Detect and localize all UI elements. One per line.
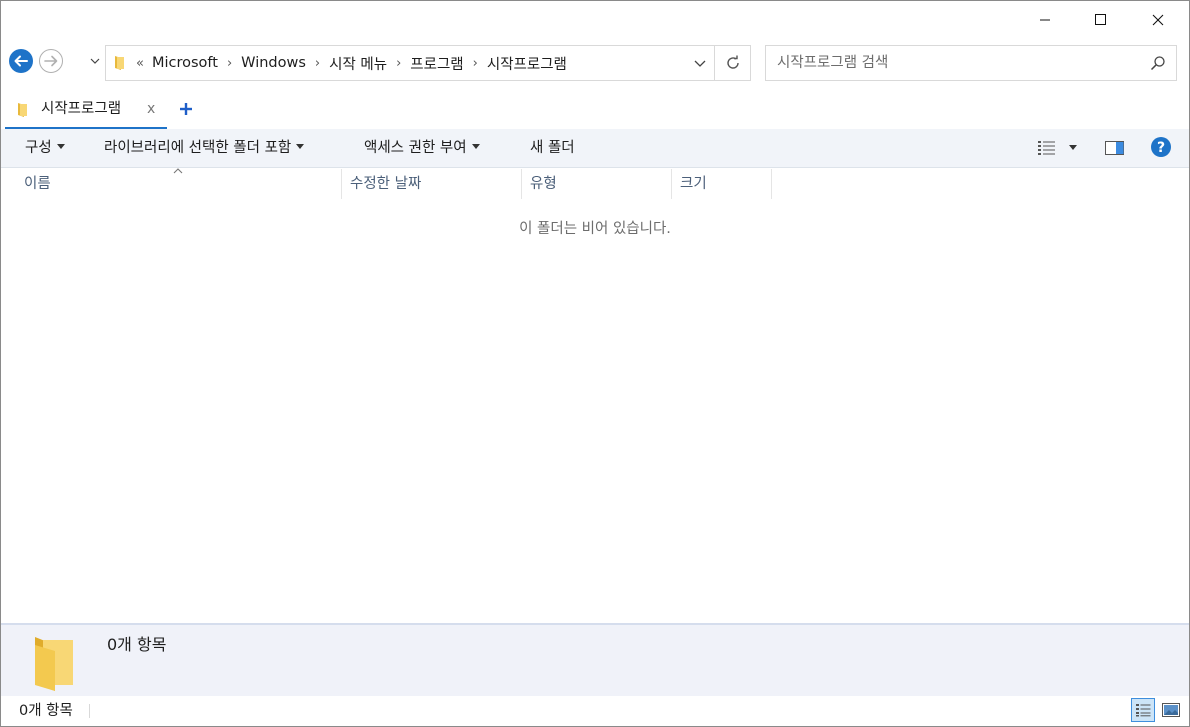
minimize-button[interactable] [1022, 1, 1068, 39]
breadcrumb-item-windows[interactable]: Windows [241, 55, 306, 71]
search-input[interactable]: 시작프로그램 검색 [765, 45, 1177, 81]
details-view-button[interactable] [1131, 698, 1155, 722]
chevron-right-icon[interactable]: › [315, 56, 320, 71]
details-item-count: 0개 항목 [107, 635, 167, 654]
tab-label: 시작프로그램 [41, 101, 122, 117]
folder-icon [115, 56, 124, 70]
status-bar: 0개 항목 [1, 696, 1189, 726]
column-header-size[interactable]: 크기 [672, 169, 772, 199]
include-in-library-button[interactable]: 라이브러리에 선택한 폴더 포함 [104, 129, 305, 167]
view-options-icon[interactable] [1037, 140, 1057, 156]
tab-startup[interactable]: 시작프로그램 x [5, 91, 167, 129]
close-icon [1152, 14, 1164, 26]
chevron-right-icon[interactable]: › [227, 56, 232, 71]
caret-down-icon [56, 143, 65, 149]
recent-locations-button[interactable] [87, 53, 103, 69]
chevron-right-icon[interactable]: › [396, 56, 401, 71]
forward-arrow-icon [39, 49, 63, 73]
navigation-bar: « Microsoft › Windows › 시작 메뉴 › 프로그램 › 시… [1, 43, 1189, 83]
breadcrumb: « Microsoft › Windows › 시작 메뉴 › 프로그램 › 시… [136, 46, 567, 80]
large-icons-view-button[interactable] [1159, 698, 1183, 722]
search-placeholder: 시작프로그램 검색 [777, 55, 889, 71]
close-button[interactable] [1135, 1, 1181, 39]
chevron-right-icon[interactable]: › [473, 56, 478, 71]
breadcrumb-item-start-menu[interactable]: 시작 메뉴 [329, 53, 387, 74]
preview-pane-icon[interactable] [1105, 141, 1125, 155]
details-view-icon [1136, 704, 1151, 717]
status-divider [89, 704, 90, 718]
refresh-button[interactable] [714, 46, 751, 80]
share-with-button[interactable]: 액세스 권한 부여 [364, 129, 480, 167]
tab-strip: 시작프로그램 x [1, 91, 1189, 129]
organize-label: 구성 [25, 140, 52, 156]
maximize-button[interactable] [1078, 1, 1124, 39]
new-tab-button[interactable] [175, 97, 197, 121]
breadcrumb-overflow[interactable]: « [136, 56, 144, 71]
empty-folder-message: 이 폴더는 비어 있습니다. [519, 221, 671, 237]
column-header-date-modified[interactable]: 수정한 날짜 [342, 169, 522, 199]
share-with-label: 액세스 권한 부여 [364, 140, 467, 156]
new-folder-button[interactable]: 새 폴더 [530, 129, 575, 167]
refresh-icon [727, 55, 739, 69]
column-header-name[interactable]: 이름 [16, 169, 342, 199]
minimize-icon [1040, 19, 1050, 21]
explorer-window: « Microsoft › Windows › 시작 메뉴 › 프로그램 › 시… [0, 0, 1190, 727]
title-bar [1, 1, 1189, 39]
new-folder-label: 새 폴더 [530, 140, 575, 156]
folder-icon [35, 637, 73, 691]
organize-button[interactable]: 구성 [25, 129, 65, 167]
include-in-library-label: 라이브러리에 선택한 폴더 포함 [104, 140, 292, 156]
large-icons-view-icon [1162, 703, 1180, 717]
back-arrow-icon [9, 49, 33, 73]
maximize-icon [1095, 14, 1106, 25]
search-icon [1150, 56, 1165, 71]
svg-text:?: ? [1157, 140, 1165, 156]
column-header-type[interactable]: 유형 [522, 169, 672, 199]
address-bar[interactable]: « Microsoft › Windows › 시작 메뉴 › 프로그램 › 시… [105, 45, 751, 81]
plus-icon [180, 103, 192, 115]
status-item-count: 0개 항목 [19, 703, 73, 719]
forward-button[interactable] [37, 47, 65, 75]
folder-icon [18, 103, 27, 117]
view-options-caret-icon[interactable] [1069, 145, 1077, 150]
address-history-button[interactable] [686, 46, 714, 80]
caret-down-icon [471, 143, 480, 149]
back-button[interactable] [7, 47, 35, 75]
chevron-down-icon [90, 58, 100, 64]
command-bar: 구성 라이브러리에 선택한 폴더 포함 액세스 권한 부여 새 폴더 ? [1, 129, 1189, 168]
caret-down-icon [296, 143, 305, 149]
breadcrumb-item-microsoft[interactable]: Microsoft [152, 55, 218, 71]
help-icon[interactable]: ? [1150, 136, 1172, 158]
breadcrumb-item-programs[interactable]: 프로그램 [410, 53, 463, 74]
details-pane: 0개 항목 [1, 623, 1189, 696]
chevron-down-icon [694, 60, 706, 67]
breadcrumb-item-startup[interactable]: 시작프로그램 [487, 53, 567, 74]
close-tab-icon[interactable]: x [147, 91, 155, 127]
